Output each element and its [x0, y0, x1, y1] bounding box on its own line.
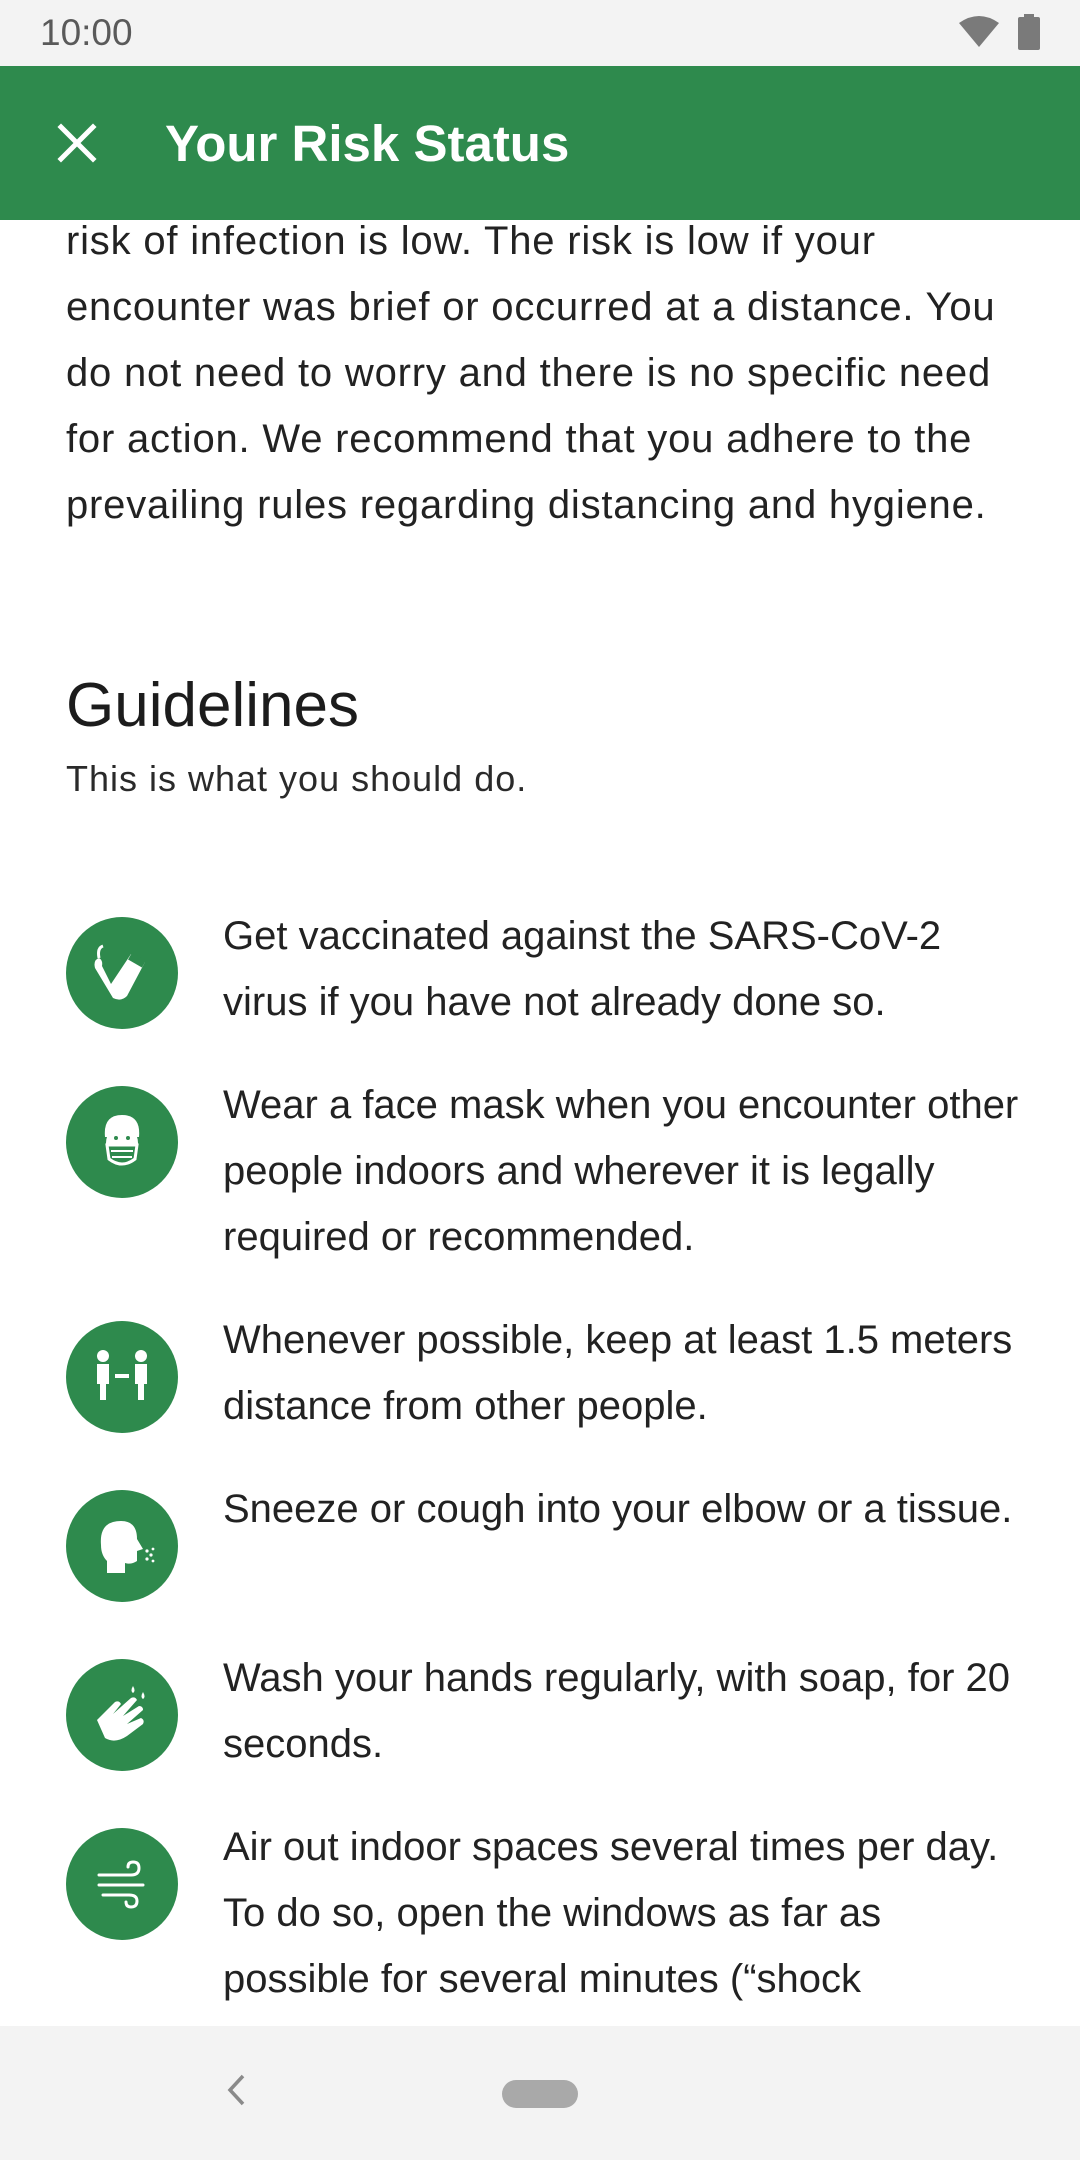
guidelines-title: Guidelines [66, 671, 359, 740]
guideline-text: Get vaccinated against the SARS-CoV-2 vi… [223, 914, 942, 1024]
sneeze-icon [66, 1490, 178, 1602]
guideline-text: Air out indoor spaces several times per … [223, 1825, 999, 2001]
battery-icon [1018, 13, 1040, 55]
back-chevron-icon [225, 2073, 247, 2112]
wifi-icon [958, 15, 1000, 54]
close-icon [57, 122, 97, 168]
risk-status-content[interactable]: risk of infection is low. The risk is lo… [0, 220, 1080, 2026]
guidelines-subtitle: This is what you should do. [66, 758, 528, 799]
hand-washing-icon [66, 1659, 178, 1771]
guideline-text: Wear a face mask when you encounter othe… [223, 1083, 1019, 1259]
home-pill-icon[interactable] [502, 2080, 578, 2108]
page-title: Your Risk Status [165, 115, 570, 172]
air-ventilation-icon [66, 1828, 178, 1940]
back-button[interactable] [214, 2070, 258, 2114]
guideline-text: Wash your hands regularly, with soap, fo… [223, 1656, 1011, 1766]
close-button[interactable] [40, 108, 114, 182]
face-mask-icon [66, 1086, 178, 1198]
status-time: 10:00 [40, 12, 133, 53]
distance-people-icon [66, 1321, 178, 1433]
status-icons [958, 13, 1040, 55]
guideline-text: Whenever possible, keep at least 1.5 met… [223, 1318, 1013, 1428]
guideline-text: Sneeze or cough into your elbow or a tis… [223, 1487, 1013, 1531]
vaccination-arm-icon [66, 917, 178, 1029]
navigation-bar [0, 2026, 1080, 2160]
app-bar: Your Risk Status [0, 66, 1080, 220]
risk-description: risk of infection is low. The risk is lo… [66, 220, 996, 527]
status-bar: 10:00 [0, 0, 1080, 66]
